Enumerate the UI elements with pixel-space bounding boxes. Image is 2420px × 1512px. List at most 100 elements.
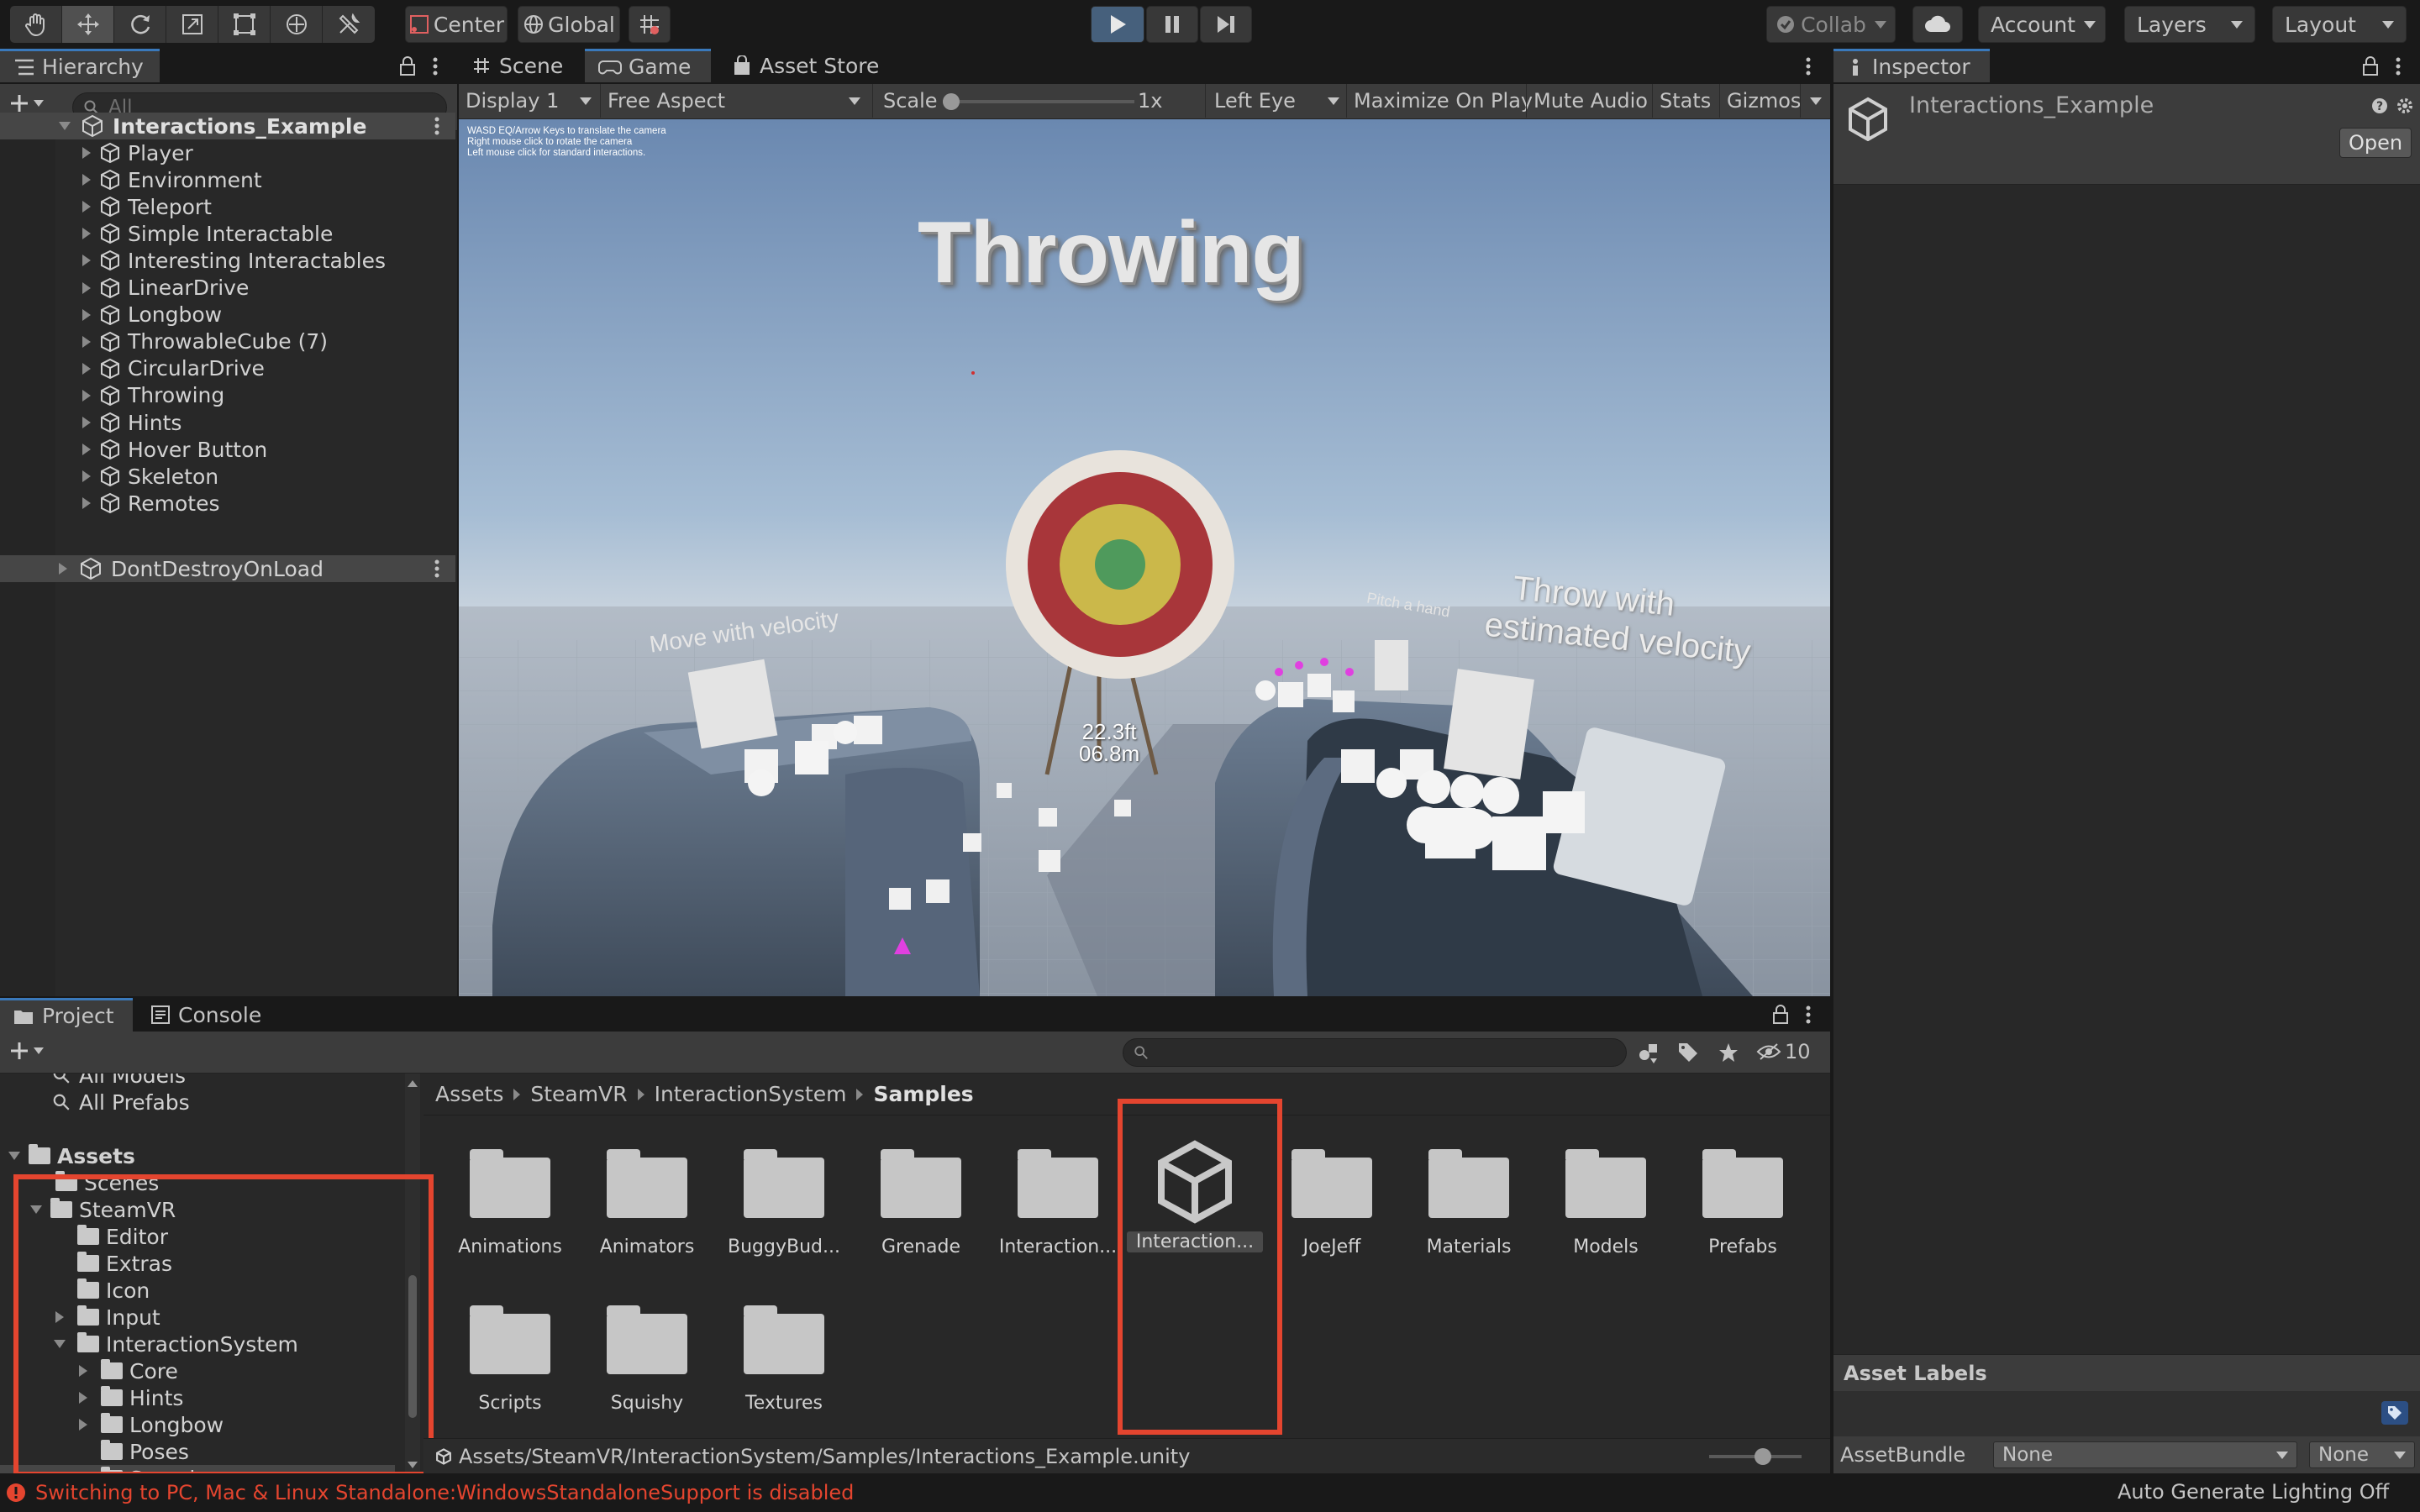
search-by-label-icon[interactable] xyxy=(1677,1042,1699,1063)
settings-gear-icon[interactable] xyxy=(2395,96,2415,116)
expand-arrow-icon[interactable] xyxy=(82,201,91,213)
expand-arrow-icon[interactable] xyxy=(82,389,91,402)
hierarchy-item[interactable]: Hover Button xyxy=(0,436,455,463)
folder-asset-item[interactable]: Scripts xyxy=(442,1305,578,1414)
step-button[interactable] xyxy=(1200,6,1252,43)
scene-row[interactable]: Interactions_Example xyxy=(0,113,455,139)
rotate-tool-icon[interactable] xyxy=(114,6,166,43)
folder-asset-item[interactable]: Prefabs xyxy=(1675,1149,1811,1257)
kebab-menu-icon[interactable] xyxy=(2391,55,2405,77)
expand-arrow-icon[interactable] xyxy=(82,362,91,375)
breadcrumb-item[interactable]: SteamVR xyxy=(530,1082,627,1106)
create-button[interactable] xyxy=(8,92,44,114)
maximize-on-play-toggle[interactable]: Maximize On Play xyxy=(1346,84,1539,118)
breadcrumb-item-current[interactable]: Samples xyxy=(873,1082,973,1106)
hierarchy-item[interactable]: CircularDrive xyxy=(0,355,455,382)
breadcrumb-item[interactable]: Assets xyxy=(435,1082,503,1106)
hierarchy-item[interactable]: Skeleton xyxy=(0,463,455,490)
expand-arrow-icon[interactable] xyxy=(82,281,91,294)
tab-project[interactable]: Project xyxy=(0,998,133,1032)
play-button[interactable] xyxy=(1091,6,1144,43)
scale-tool-icon[interactable] xyxy=(166,6,218,43)
expand-arrow-icon[interactable] xyxy=(82,147,91,159)
folder-asset-item[interactable]: Grenade xyxy=(853,1149,989,1257)
folder-asset-item[interactable]: Materials xyxy=(1401,1149,1537,1257)
folder-asset-item[interactable]: BuggyBud... xyxy=(716,1149,852,1257)
asset-bundle-dropdown[interactable]: None xyxy=(1993,1441,2297,1468)
expand-arrow-icon[interactable] xyxy=(82,470,91,483)
hierarchy-item[interactable]: ThrowableCube (7) xyxy=(0,328,455,355)
lighting-status[interactable]: Auto Generate Lighting Off xyxy=(2118,1480,2389,1504)
gizmos-dropdown[interactable] xyxy=(1800,84,1830,118)
favorite-star-icon[interactable] xyxy=(1718,1042,1739,1063)
expand-arrow-icon[interactable] xyxy=(82,497,91,510)
lock-icon[interactable] xyxy=(1771,1005,1790,1025)
scale-slider[interactable] xyxy=(943,93,1134,110)
dont-destroy-row[interactable]: DontDestroyOnLoad xyxy=(0,555,455,582)
hierarchy-item[interactable]: Teleport xyxy=(0,193,455,220)
cloud-button[interactable] xyxy=(1912,6,1963,43)
layers-dropdown[interactable]: Layers xyxy=(2124,6,2255,43)
tree-item-assets[interactable]: Assets xyxy=(0,1142,395,1169)
hidden-packages-toggle[interactable]: 10 xyxy=(1756,1040,1811,1063)
expand-arrow-icon[interactable] xyxy=(59,122,71,130)
asset-bundle-variant-dropdown[interactable]: None xyxy=(2309,1441,2415,1468)
expand-arrow-icon[interactable] xyxy=(82,255,91,267)
folder-asset-item[interactable]: Models xyxy=(1538,1149,1674,1257)
expand-arrow-icon[interactable] xyxy=(82,335,91,348)
game-viewport[interactable]: WASD EQ/Arrow Keys to translate the came… xyxy=(459,119,1830,996)
hierarchy-item[interactable]: Player xyxy=(0,139,455,166)
zoom-slider[interactable] xyxy=(1709,1448,1802,1465)
rect-tool-icon[interactable] xyxy=(218,6,271,43)
tab-asset-store[interactable]: Asset Store xyxy=(719,49,904,82)
zoom-slider-thumb[interactable] xyxy=(1754,1448,1771,1465)
folder-asset-item[interactable]: Textures xyxy=(716,1305,852,1414)
tag-icon[interactable] xyxy=(2381,1401,2408,1425)
tree-item-all-prefabs[interactable]: All Prefabs xyxy=(0,1089,395,1116)
search-by-type-icon[interactable] xyxy=(1637,1042,1660,1065)
expand-arrow-icon[interactable] xyxy=(59,563,67,575)
folder-asset-item[interactable]: Animations xyxy=(442,1149,578,1257)
tab-scene[interactable]: Scene xyxy=(459,49,585,82)
kebab-menu-icon[interactable] xyxy=(1802,55,1815,77)
lock-icon[interactable] xyxy=(398,56,417,76)
tab-hierarchy[interactable]: Hierarchy xyxy=(0,49,160,82)
breadcrumb-item[interactable]: InteractionSystem xyxy=(655,1082,847,1106)
layout-dropdown[interactable]: Layout xyxy=(2272,6,2407,43)
expand-arrow-icon[interactable] xyxy=(82,174,91,186)
tab-console[interactable]: Console xyxy=(138,998,281,1032)
help-icon[interactable]: ? xyxy=(2371,97,2388,114)
gizmos-toggle[interactable]: Gizmos xyxy=(1719,84,1807,118)
scale-slider-thumb[interactable] xyxy=(943,93,960,110)
display-dropdown[interactable]: Display 1 xyxy=(466,84,592,118)
custom-tools-icon[interactable] xyxy=(323,6,375,43)
hierarchy-item[interactable]: Simple Interactable xyxy=(0,220,455,247)
open-button[interactable]: Open xyxy=(2339,128,2412,158)
grid-snap-button[interactable] xyxy=(629,6,671,43)
lock-icon[interactable] xyxy=(2361,56,2380,76)
kebab-menu-icon[interactable] xyxy=(430,115,444,137)
expand-arrow-icon[interactable] xyxy=(8,1152,20,1160)
hierarchy-item[interactable]: Environment xyxy=(0,166,455,193)
hierarchy-item[interactable]: LinearDrive xyxy=(0,275,455,302)
hierarchy-item[interactable]: Interesting Interactables xyxy=(0,247,455,274)
mute-audio-toggle[interactable]: Mute Audio xyxy=(1526,84,1655,118)
account-dropdown[interactable]: Account xyxy=(1978,6,2106,43)
space-global-button[interactable]: Global xyxy=(518,6,620,43)
hierarchy-item[interactable]: Hints xyxy=(0,409,455,436)
folder-asset-item[interactable]: Animators xyxy=(579,1149,715,1257)
status-message[interactable]: Switching to PC, Mac & Linux Standalone:… xyxy=(35,1481,854,1504)
eye-dropdown[interactable]: Left Eye xyxy=(1205,84,1339,118)
pause-button[interactable] xyxy=(1146,6,1198,43)
expand-arrow-icon[interactable] xyxy=(82,228,91,240)
stats-toggle[interactable]: Stats xyxy=(1652,84,1718,118)
tab-inspector[interactable]: Inspector xyxy=(1833,49,1990,82)
hierarchy-item[interactable]: Throwing xyxy=(0,382,455,409)
kebab-menu-icon[interactable] xyxy=(429,55,442,77)
expand-arrow-icon[interactable] xyxy=(82,308,91,321)
folder-asset-item[interactable]: JoeJeff xyxy=(1264,1149,1400,1257)
aspect-dropdown[interactable]: Free Aspect xyxy=(600,84,860,118)
hand-tool-icon[interactable] xyxy=(10,6,62,43)
transform-tool-icon[interactable] xyxy=(271,6,323,43)
tab-game[interactable]: Game xyxy=(585,49,711,82)
